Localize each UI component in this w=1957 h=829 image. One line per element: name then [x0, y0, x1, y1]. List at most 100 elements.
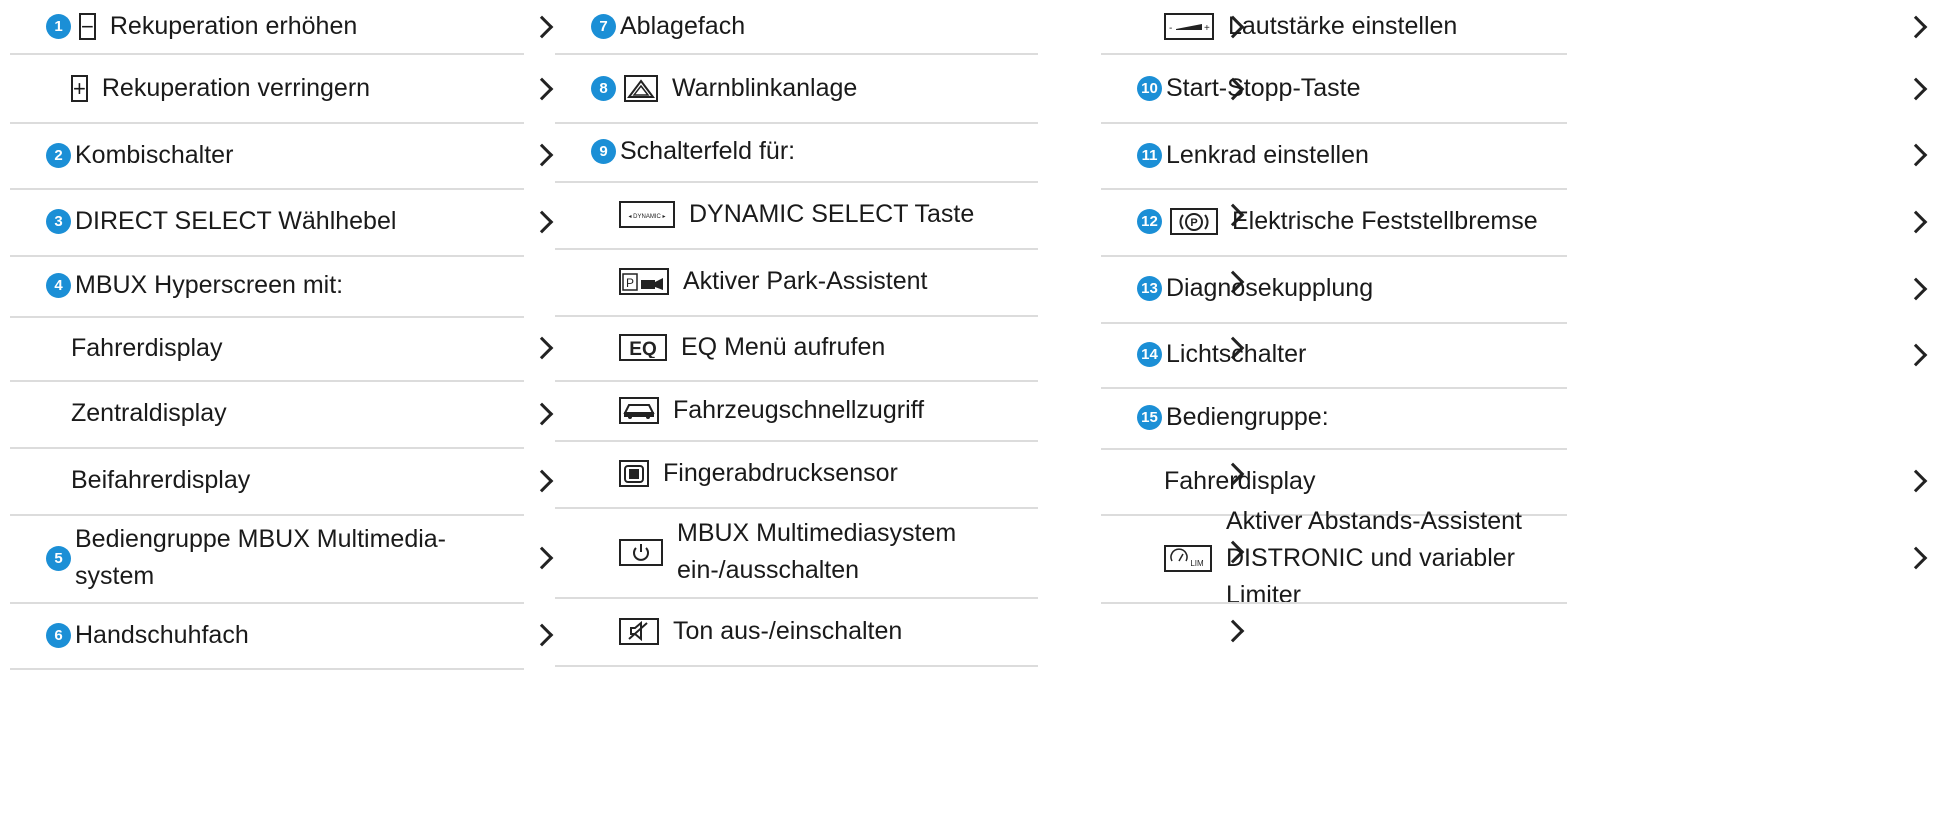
chevron-right-icon[interactable]: [530, 77, 554, 100]
list-item[interactable]: Fingerabdrucksensor: [555, 440, 1038, 507]
chevron-right-icon[interactable]: [1904, 15, 1928, 38]
list-item[interactable]: 1− Rekuperation erhöhen: [10, 0, 524, 53]
item-label: Rekuperation verringern: [101, 74, 371, 102]
chevron-right-icon[interactable]: [530, 143, 554, 167]
list-item[interactable]: 2 Kombischalter: [10, 122, 524, 188]
item-label: MBUX Hyperscreen mit:: [75, 271, 344, 299]
divider: [555, 665, 1038, 667]
item-label: DIRECT SELECT Wählhebel: [75, 207, 397, 235]
item-number-badge: 9: [591, 139, 616, 164]
list-item: 15 Bediengruppe:: [1101, 387, 1567, 448]
list-item: 9 Schalterfeld für:: [555, 122, 1038, 181]
list-item[interactable]: 14 Lichtschalter: [1101, 322, 1567, 387]
chevron-right-icon[interactable]: [1904, 77, 1928, 100]
svg-text:-: -: [1169, 23, 1172, 34]
car-icon: [619, 396, 659, 424]
list-item[interactable]: 5 Bediengruppe MBUX Multimedia-system: [10, 514, 524, 602]
chevron-right-icon[interactable]: [530, 402, 554, 425]
chevron-right-icon[interactable]: [530, 469, 554, 492]
chevron-right-icon[interactable]: [530, 546, 554, 570]
chevron-right-icon[interactable]: [1904, 546, 1928, 570]
item-number-badge: 12: [1137, 209, 1162, 234]
item-label-line1: Bediengruppe MBUX Multimedia-: [75, 525, 447, 553]
item-label: Lenkrad einstellen: [1166, 140, 1369, 169]
list-item[interactable]: P Aktiver Park-Assistent: [555, 248, 1038, 315]
item-label: MBUX Multimediasystem ein-/ausschalten: [677, 515, 956, 589]
item-label: Ton aus-/einschalten: [673, 616, 903, 645]
list-item[interactable]: LIM Aktiver Abstands-Assistent DISTRONIC u…: [1101, 507, 1567, 609]
list-item[interactable]: 11 Lenkrad einstellen: [1101, 122, 1567, 188]
item-number-badge: 14: [1137, 342, 1162, 367]
item-label: Diagnosekupplung: [1166, 274, 1374, 302]
list-item[interactable]: 10 Start-Stopp-Taste: [1101, 55, 1567, 122]
svg-text:+: +: [1204, 23, 1210, 34]
list-item[interactable]: Beifahrerdisplay: [10, 447, 524, 514]
item-label-line1: Aktiver Abstands-Assistent: [1226, 506, 1522, 535]
chevron-right-icon[interactable]: [530, 210, 554, 233]
item-number-badge: 13: [1137, 276, 1162, 301]
item-number-badge: 15: [1137, 405, 1162, 430]
list-item[interactable]: 8 Warnblinkanlage: [555, 55, 1038, 122]
chevron-right-icon[interactable]: [530, 336, 554, 360]
item-label: Lautstärke einstellen: [1228, 12, 1458, 40]
list-item[interactable]: + Rekuperation verringern: [10, 55, 524, 122]
item-label: Zentraldisplay: [71, 399, 227, 427]
list-item[interactable]: 3 DIRECT SELECT Wählhebel: [10, 188, 524, 255]
chevron-right-icon[interactable]: [530, 623, 554, 647]
list-item: 4 MBUX Hyperscreen mit:: [10, 255, 524, 316]
list-item[interactable]: ◂ DYNAMIC ▸ DYNAMIC SELECT Taste: [555, 181, 1038, 248]
list-item[interactable]: 6 Handschuhfach: [10, 602, 524, 668]
item-number-badge: 7: [591, 14, 616, 39]
list-item: Fahrzeugschnellzugriff: [555, 380, 1038, 440]
item-label: Schalterfeld für:: [620, 137, 796, 165]
item-label: Aktiver Park-Assistent: [683, 267, 928, 295]
hazard-icon: [624, 75, 658, 102]
item-number-badge: 6: [46, 622, 71, 648]
list-item[interactable]: 12 P Elektrische Feststellbremse: [1101, 188, 1567, 255]
list-item[interactable]: Fahrerdisplay: [10, 316, 524, 380]
svg-text:P: P: [1190, 217, 1197, 229]
chevron-right-icon[interactable]: [1904, 343, 1928, 366]
chevron-right-icon[interactable]: [1221, 619, 1245, 643]
item-label-line1: MBUX Multimediasystem: [677, 519, 957, 547]
chevron-right-icon[interactable]: [1904, 277, 1928, 300]
svg-text:LIM: LIM: [1190, 559, 1204, 568]
svg-text:P: P: [626, 276, 634, 290]
divider: [1101, 602, 1567, 604]
item-label: Fahrzeugschnellzugriff: [673, 395, 925, 424]
chevron-right-icon[interactable]: [1904, 143, 1928, 167]
chevron-right-icon[interactable]: [1904, 469, 1928, 493]
power-icon: [619, 538, 663, 566]
item-number-badge: 8: [591, 76, 616, 101]
distronic-icon: LIM: [1164, 544, 1212, 572]
list-item[interactable]: MBUX Multimediasystem ein-/ausschalten: [555, 507, 1038, 597]
item-label: Kombischalter: [75, 140, 234, 169]
list-item[interactable]: Ton aus-/einschalten: [555, 597, 1038, 665]
mute-icon: [619, 617, 659, 645]
item-label-line2: ein-/ausschalten: [677, 556, 860, 584]
parking-brake-icon: P: [1170, 208, 1218, 235]
eq-icon: EQ: [619, 334, 667, 361]
volume-icon: - +: [1164, 13, 1214, 40]
item-label: Elektrische Feststellbremse: [1232, 207, 1538, 235]
item-label: Fahrerdisplay: [1164, 466, 1316, 495]
plus-icon: +: [71, 75, 88, 102]
item-label: DYNAMIC SELECT Taste: [689, 200, 975, 228]
list-item[interactable]: 7 Ablagefach: [555, 0, 1038, 53]
item-label: Lichtschalter: [1166, 340, 1307, 368]
item-label: Rekuperation erhöhen: [109, 12, 358, 40]
list-item[interactable]: - + Lautstärke einstellen: [1101, 0, 1567, 53]
item-label: Ablagefach: [620, 12, 746, 40]
item-number-badge: 5: [46, 545, 71, 571]
item-label: Bediengruppe MBUX Multimedia-system: [75, 521, 446, 595]
list-item[interactable]: Zentraldisplay: [10, 380, 524, 447]
list-item[interactable]: 13 Diagnosekupplung: [1101, 255, 1567, 322]
item-number-badge: 1: [46, 14, 71, 39]
chevron-right-icon[interactable]: [530, 15, 554, 38]
item-label: Handschuhfach: [75, 620, 249, 649]
item-label: EQ Menü aufrufen: [681, 333, 886, 361]
item-label: Fahrerdisplay: [71, 333, 223, 362]
list-item[interactable]: EQ EQ Menü aufrufen: [555, 315, 1038, 380]
item-label: Start-Stopp-Taste: [1166, 74, 1361, 102]
chevron-right-icon[interactable]: [1904, 210, 1928, 233]
